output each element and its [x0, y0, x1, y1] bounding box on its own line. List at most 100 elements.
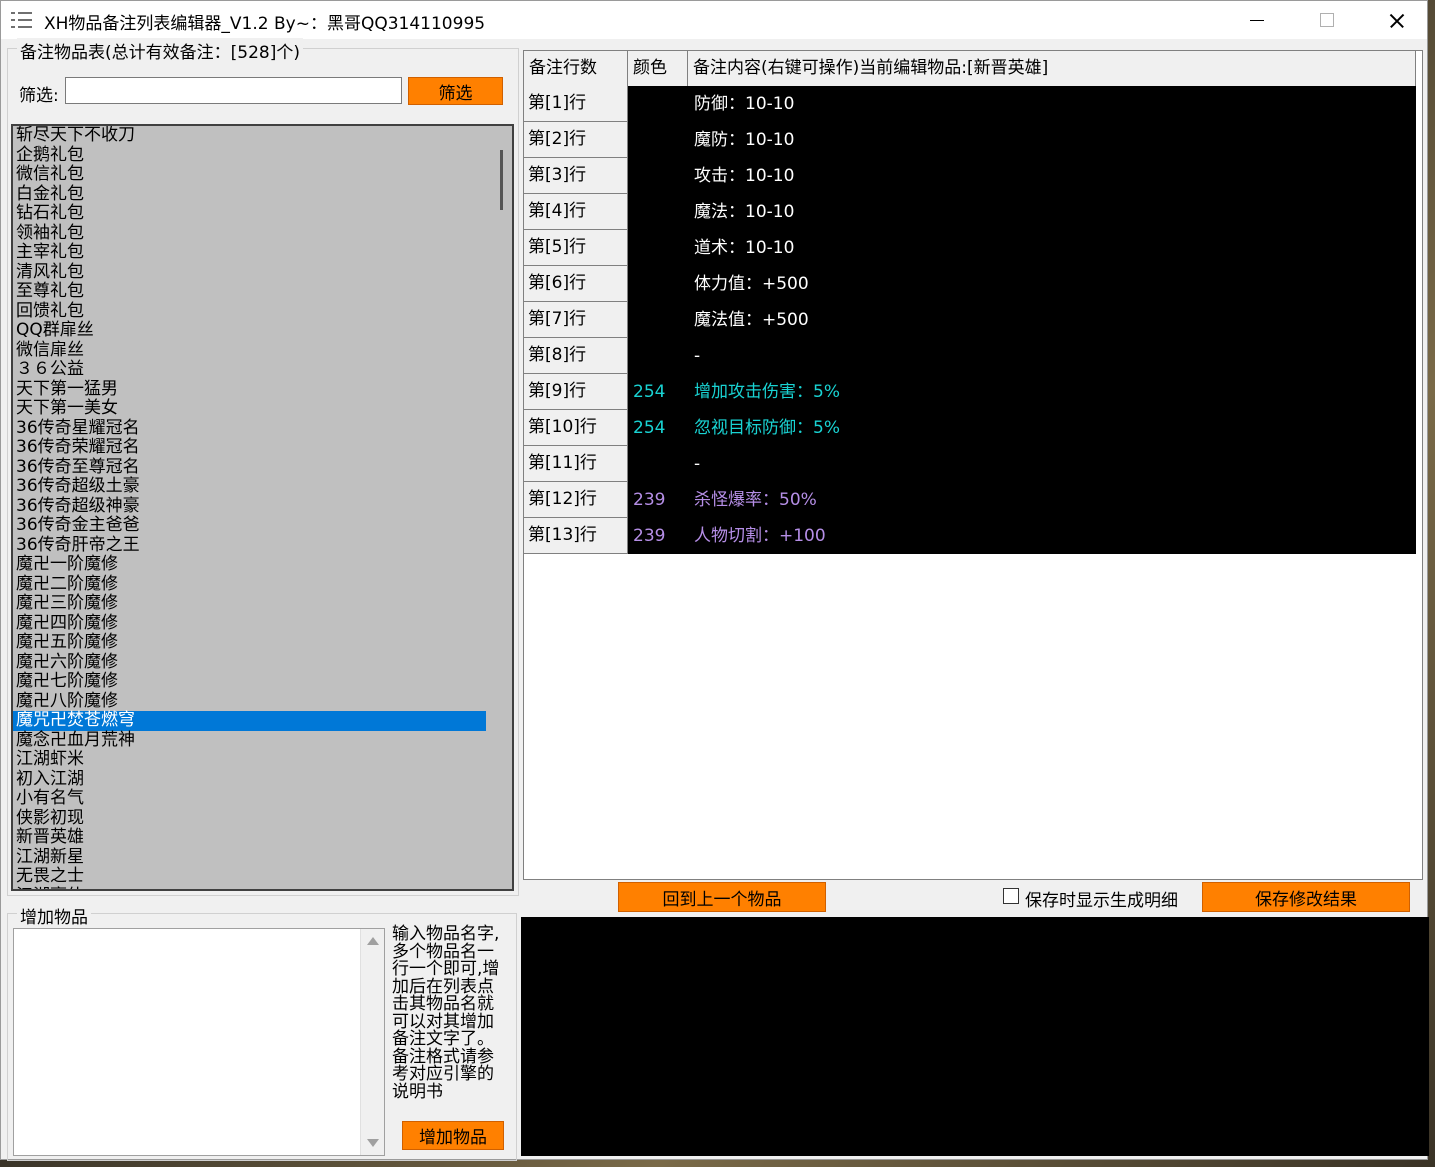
list-item[interactable]: 企鹅礼包: [13, 145, 486, 166]
item-listbox[interactable]: 斩尽天下不收刀 企鹅礼包 微信礼包 白金礼包 钻石礼包 领袖礼包 主宰礼包 清风礼包 至尊礼包回…: [11, 124, 514, 891]
filter-button[interactable]: 筛选: [408, 77, 503, 105]
grid-row[interactable]: 第[8]行 -: [524, 338, 1416, 374]
grid-row[interactable]: 第[6]行 体力值：+500: [524, 266, 1416, 302]
list-item[interactable]: 魔卍六阶魔修: [13, 652, 486, 673]
list-item[interactable]: 魔卍二阶魔修: [13, 574, 486, 595]
row-line-cell[interactable]: 第[11]行: [524, 446, 628, 482]
row-content-cell[interactable]: 道术：10-10: [688, 230, 1416, 266]
list-item[interactable]: 领袖礼包: [13, 223, 486, 244]
list-item[interactable]: 魔卍五阶魔修: [13, 632, 486, 653]
row-line-cell[interactable]: 第[5]行: [524, 230, 628, 266]
grid-row[interactable]: 第[3]行 攻击：10-10: [524, 158, 1416, 194]
list-item[interactable]: 魔卍四阶魔修: [13, 613, 486, 634]
filter-input[interactable]: [65, 77, 402, 104]
add-item-textarea[interactable]: [13, 928, 385, 1156]
show-details-checkbox[interactable]: [1003, 888, 1019, 904]
row-content-cell[interactable]: 魔防：10-10: [688, 122, 1416, 158]
row-line-cell[interactable]: 第[1]行: [524, 86, 628, 122]
list-item[interactable]: 36传奇肝帝之王: [13, 535, 486, 556]
row-line-cell[interactable]: 第[3]行: [524, 158, 628, 194]
list-item[interactable]: 天下第一美女: [13, 398, 486, 419]
list-item[interactable]: 斩尽天下不收刀: [13, 126, 486, 146]
row-content-cell[interactable]: 魔法值：+500: [688, 302, 1416, 338]
grid-row[interactable]: 第[2]行 魔防：10-10: [524, 122, 1416, 158]
list-item[interactable]: 清风礼包: [13, 262, 486, 283]
list-item[interactable]: 江湖豪侠: [13, 886, 486, 889]
row-line-cell[interactable]: 第[7]行: [524, 302, 628, 338]
grid-row[interactable]: 第[11]行 -: [524, 446, 1416, 482]
list-item[interactable]: QQ群扉丝: [13, 320, 486, 341]
row-color-cell[interactable]: 239: [628, 482, 688, 518]
list-item[interactable]: 36传奇金主爸爸: [13, 515, 486, 536]
list-item[interactable]: 小有名气: [13, 788, 486, 809]
list-item[interactable]: 魔卍一阶魔修: [13, 554, 486, 575]
row-content-cell[interactable]: 体力值：+500: [688, 266, 1416, 302]
list-item[interactable]: 微信扉丝: [13, 340, 486, 361]
row-content-cell[interactable]: 忽视目标防御：5%: [688, 410, 1416, 446]
list-item[interactable]: 36传奇超级神豪: [13, 496, 486, 517]
row-line-cell[interactable]: 第[6]行: [524, 266, 628, 302]
header-line-number[interactable]: 备注行数: [524, 51, 628, 86]
list-item[interactable]: 侠影初现: [13, 808, 486, 829]
row-color-cell[interactable]: [628, 122, 688, 158]
row-color-cell[interactable]: [628, 302, 688, 338]
show-details-label[interactable]: 保存时显示生成明细: [1025, 886, 1178, 911]
row-content-cell[interactable]: 魔法：10-10: [688, 194, 1416, 230]
header-content[interactable]: 备注内容(右键可操作)当前编辑物品:[新晋英雄]: [688, 51, 1416, 86]
grid-row[interactable]: 第[7]行 魔法值：+500: [524, 302, 1416, 338]
list-item[interactable]: 魔卍八阶魔修: [13, 691, 486, 712]
row-color-cell[interactable]: [628, 194, 688, 230]
grid-row[interactable]: 第[5]行 道术：10-10: [524, 230, 1416, 266]
back-to-previous-item-button[interactable]: 回到上一个物品: [618, 882, 826, 912]
output-log-area[interactable]: [521, 917, 1429, 1156]
list-item[interactable]: 江湖虾米: [13, 749, 486, 770]
row-line-cell[interactable]: 第[13]行: [524, 518, 628, 554]
list-item[interactable]: 魔卍七阶魔修: [13, 671, 486, 692]
list-item[interactable]: 36传奇荣耀冠名: [13, 437, 486, 458]
list-scroll-thumb[interactable]: [500, 150, 503, 210]
title-bar[interactable]: XH物品备注列表编辑器_V1.2 By~：黑哥QQ314110995: [1, 1, 1427, 39]
row-color-cell[interactable]: 254: [628, 410, 688, 446]
row-color-cell[interactable]: 254: [628, 374, 688, 410]
list-item[interactable]: 36传奇至尊冠名: [13, 457, 486, 478]
row-line-cell[interactable]: 第[8]行: [524, 338, 628, 374]
list-item[interactable]: 初入江湖: [13, 769, 486, 790]
grid-row[interactable]: 第[1]行 防御：10-10: [524, 86, 1416, 122]
row-color-cell[interactable]: [628, 338, 688, 374]
list-item[interactable]: 魔咒卍焚苍燃穹: [13, 710, 486, 731]
header-color[interactable]: 颜色: [628, 51, 688, 86]
row-line-cell[interactable]: 第[9]行: [524, 374, 628, 410]
minimize-button[interactable]: [1221, 1, 1291, 39]
maximize-button[interactable]: [1291, 1, 1361, 39]
grid-row[interactable]: 第[13]行 239 人物切割：+100: [524, 518, 1416, 554]
list-item[interactable]: 白金礼包: [13, 184, 486, 205]
row-line-cell[interactable]: 第[12]行: [524, 482, 628, 518]
row-line-cell[interactable]: 第[4]行: [524, 194, 628, 230]
row-content-cell[interactable]: 杀怪爆率：50%: [688, 482, 1416, 518]
row-content-cell[interactable]: 防御：10-10: [688, 86, 1416, 122]
textarea-scrollbar[interactable]: [360, 929, 384, 1155]
save-changes-button[interactable]: 保存修改结果: [1202, 882, 1410, 912]
row-color-cell[interactable]: [628, 158, 688, 194]
list-item[interactable]: 新晋英雄: [13, 827, 486, 848]
grid-row[interactable]: 第[12]行 239 杀怪爆率：50%: [524, 482, 1416, 518]
add-item-button[interactable]: 增加物品: [402, 1121, 504, 1150]
list-item[interactable]: 主宰礼包: [13, 242, 486, 263]
grid-row[interactable]: 第[10]行 254 忽视目标防御：5%: [524, 410, 1416, 446]
grid-row[interactable]: 第[4]行 魔法：10-10: [524, 194, 1416, 230]
list-item[interactable]: 36传奇星耀冠名: [13, 418, 486, 439]
list-item[interactable]: 无畏之士: [13, 866, 486, 887]
row-content-cell[interactable]: -: [688, 446, 1416, 482]
list-item[interactable]: 天下第一猛男: [13, 379, 486, 400]
scroll-down-arrow-icon[interactable]: [367, 1139, 379, 1147]
row-line-cell[interactable]: 第[10]行: [524, 410, 628, 446]
list-item[interactable]: 微信礼包: [13, 164, 486, 185]
scroll-up-arrow-icon[interactable]: [367, 937, 379, 945]
row-color-cell[interactable]: [628, 86, 688, 122]
row-content-cell[interactable]: 攻击：10-10: [688, 158, 1416, 194]
row-color-cell[interactable]: [628, 266, 688, 302]
close-button[interactable]: [1361, 1, 1431, 39]
list-item[interactable]: 36传奇超级土豪: [13, 476, 486, 497]
grid-row[interactable]: 第[9]行 254 增加攻击伤害：5%: [524, 374, 1416, 410]
list-item[interactable]: 回馈礼包: [13, 301, 486, 322]
